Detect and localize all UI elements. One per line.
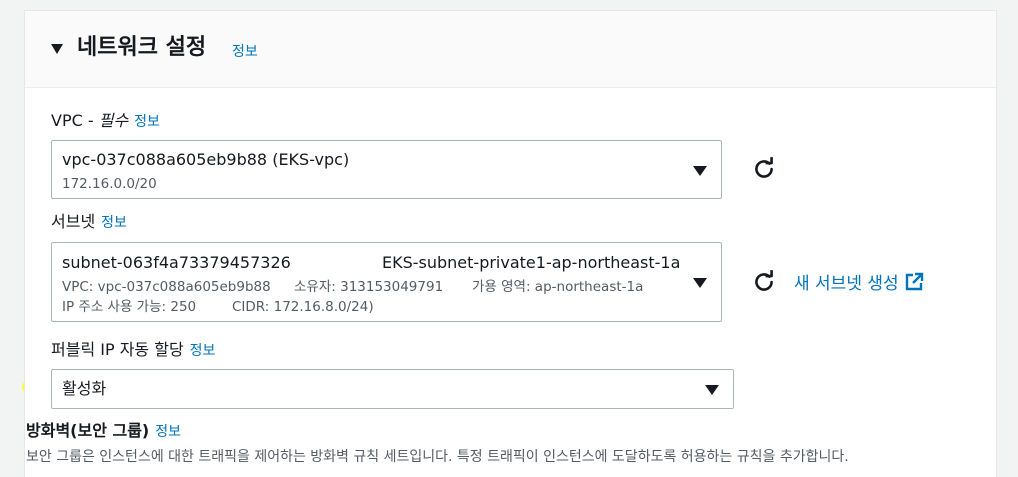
- panel-header[interactable]: 네트워크 설정 정보: [25, 11, 996, 88]
- public-ip-select[interactable]: 활성화: [51, 369, 734, 409]
- subnet-cidr: CIDR: 172.16.8.0/24): [232, 299, 374, 315]
- public-ip-selected-value: 활성화: [62, 379, 107, 398]
- public-ip-info-link[interactable]: 정보: [190, 343, 216, 359]
- network-settings-panel: 네트워크 설정 정보 VPC - 필수 정보 vpc-037c088a605eb9…: [24, 10, 997, 477]
- subnet-id: subnet-063f4a73379457326: [62, 253, 291, 272]
- vpc-cidr: 172.16.0.0/20: [62, 176, 157, 192]
- firewall-description: 보안 그룹은 인스턴스에 대한 트래픽을 제어하는 방화벽 규칙 세트입니다. …: [26, 449, 849, 465]
- subnet-info-link[interactable]: 정보: [101, 215, 127, 231]
- subnet-az: 가용 영역: ap-northeast-1a: [472, 279, 644, 295]
- vpc-label: VPC - 필수 정보: [51, 111, 160, 132]
- firewall-info-link[interactable]: 정보: [155, 424, 181, 440]
- dropdown-arrow-icon: [693, 278, 707, 288]
- caret-down-icon[interactable]: [51, 44, 63, 54]
- subnet-owner: 소유자: 313153049791: [294, 279, 444, 295]
- vpc-info-link[interactable]: 정보: [134, 114, 160, 130]
- refresh-icon[interactable]: [751, 269, 777, 295]
- subnet-available-ips: IP 주소 사용 가능: 250: [62, 299, 197, 315]
- section-info-link[interactable]: 정보: [232, 41, 258, 61]
- create-subnet-link[interactable]: 새 서브넷 생성: [794, 269, 924, 294]
- public-ip-label-text: 퍼블릭 IP 자동 할당: [51, 340, 184, 359]
- subnet-label-text: 서브넷: [51, 212, 96, 231]
- subnet-vpc: VPC: vpc-037c088a605eb9b88: [62, 279, 271, 295]
- vpc-label-text: VPC -: [51, 111, 99, 130]
- create-subnet-label[interactable]: 새 서브넷 생성: [794, 274, 899, 294]
- dropdown-arrow-icon: [705, 385, 719, 395]
- subnet-name: EKS-subnet-private1-ap-northeast-1a: [382, 253, 681, 272]
- refresh-icon[interactable]: [751, 156, 777, 182]
- public-ip-label: 퍼블릭 IP 자동 할당 정보: [51, 340, 215, 361]
- firewall-title: 방화벽(보안 그룹) 정보: [26, 420, 181, 443]
- subnet-select[interactable]: subnet-063f4a73379457326 EKS-subnet-priv…: [51, 242, 722, 322]
- vpc-select[interactable]: vpc-037c088a605eb9b88 (EKS-vpc) 172.16.0…: [51, 140, 722, 199]
- subnet-label: 서브넷 정보: [51, 212, 127, 233]
- dropdown-arrow-icon: [693, 166, 707, 176]
- panel-title: 네트워크 설정: [77, 35, 207, 60]
- vpc-required: 필수: [98, 111, 129, 130]
- firewall-title-text: 방화벽(보안 그룹): [26, 421, 150, 440]
- vpc-selected-value: vpc-037c088a605eb9b88 (EKS-vpc): [62, 150, 350, 169]
- external-link-icon[interactable]: [904, 272, 924, 292]
